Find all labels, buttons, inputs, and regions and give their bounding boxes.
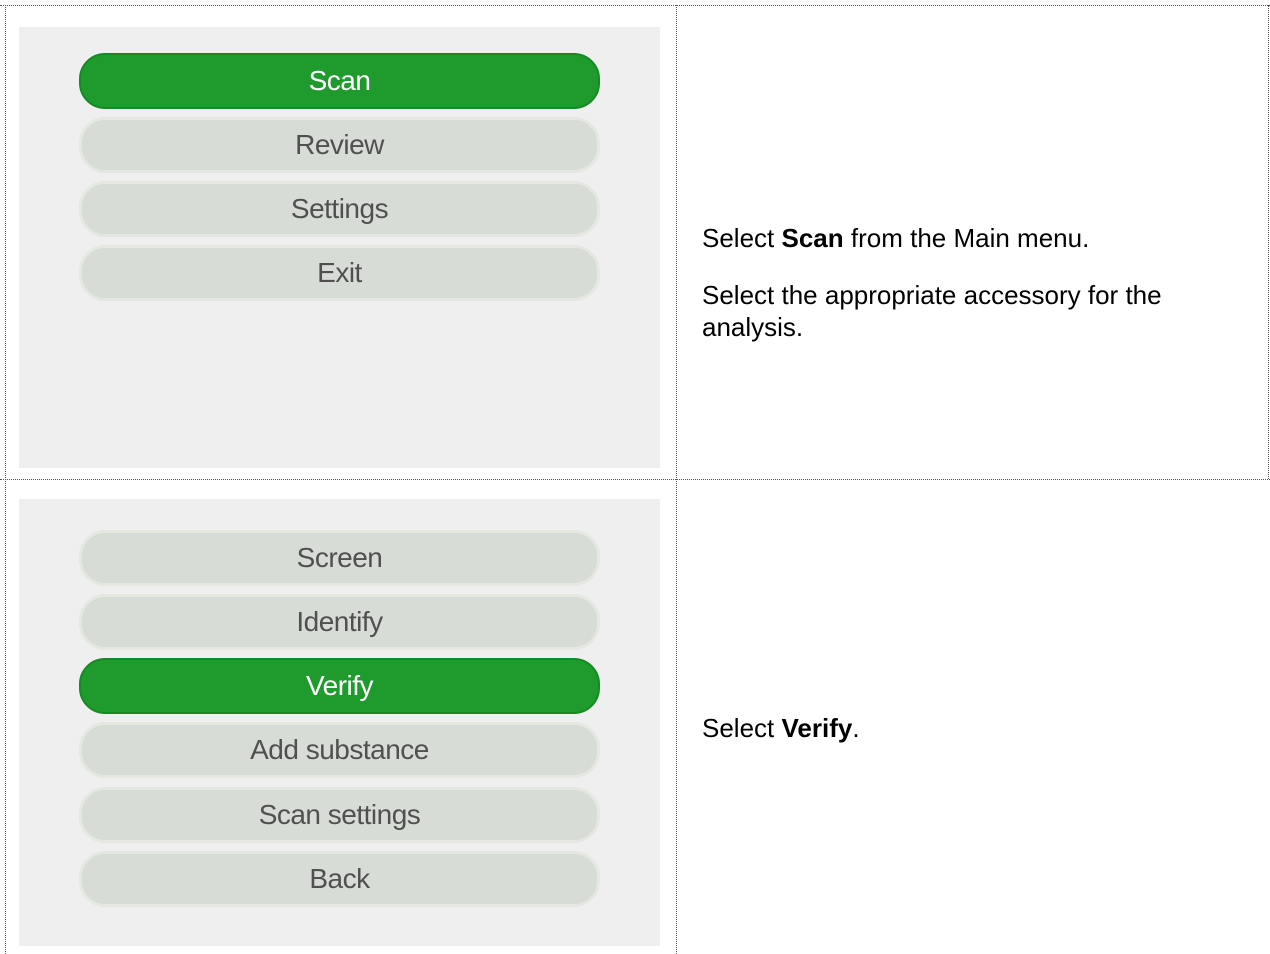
scan-button[interactable]: Scan	[79, 53, 600, 109]
instruction-bold: Scan	[781, 223, 844, 253]
settings-button[interactable]: Settings	[79, 181, 600, 237]
instruction-select-verify: Select Verify.	[702, 712, 1242, 744]
screen-button[interactable]: Screen	[79, 530, 600, 586]
table-border-right	[1268, 5, 1269, 479]
exit-button[interactable]: Exit	[79, 245, 600, 301]
table-border-left	[5, 5, 6, 954]
instruction-text: .	[852, 713, 860, 743]
review-button[interactable]: Review	[79, 117, 600, 173]
instruction-text: Select the appropriate accessory for the…	[702, 280, 1162, 342]
instruction-text: from the Main menu.	[843, 223, 1090, 253]
verify-button[interactable]: Verify	[79, 658, 600, 714]
instruction-select-accessory: Select the appropriate accessory for the…	[702, 279, 1222, 343]
identify-button[interactable]: Identify	[79, 594, 600, 650]
back-button[interactable]: Back	[79, 851, 600, 907]
add-substance-button[interactable]: Add substance	[79, 722, 600, 778]
scan-settings-button[interactable]: Scan settings	[79, 787, 600, 843]
instruction-bold: Verify	[781, 713, 853, 743]
instruction-text: Select	[702, 713, 782, 743]
table-border-middle	[676, 5, 677, 954]
instruction-text: Select	[702, 223, 782, 253]
instruction-select-scan: Select Scan from the Main menu.	[702, 222, 1242, 254]
